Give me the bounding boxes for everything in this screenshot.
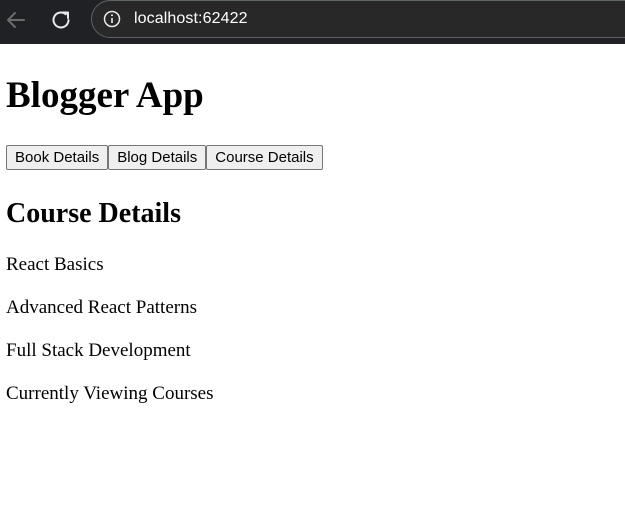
reload-icon[interactable] (49, 8, 73, 32)
back-arrow-icon[interactable] (4, 8, 28, 32)
page-content: Blogger App Book Details Blog Details Co… (0, 44, 625, 528)
course-item: React Basics (6, 254, 104, 275)
url-text[interactable]: localhost:62422 (134, 10, 248, 28)
site-info-icon[interactable] (103, 10, 121, 28)
address-bar[interactable]: localhost:62422 (91, 0, 625, 38)
app-title: Blogger App (6, 75, 204, 116)
course-details-button[interactable]: Course Details (206, 145, 323, 170)
course-item: Advanced React Patterns (6, 297, 197, 318)
browser-toolbar: localhost:62422 (0, 0, 625, 40)
blog-details-button[interactable]: Blog Details (108, 145, 207, 170)
viewing-status: Currently Viewing Courses (6, 383, 214, 404)
section-title: Course Details (6, 198, 181, 229)
nav-button-row: Book Details Blog Details Course Details (6, 145, 323, 170)
book-details-button[interactable]: Book Details (6, 145, 109, 170)
course-item: Full Stack Development (6, 340, 191, 361)
